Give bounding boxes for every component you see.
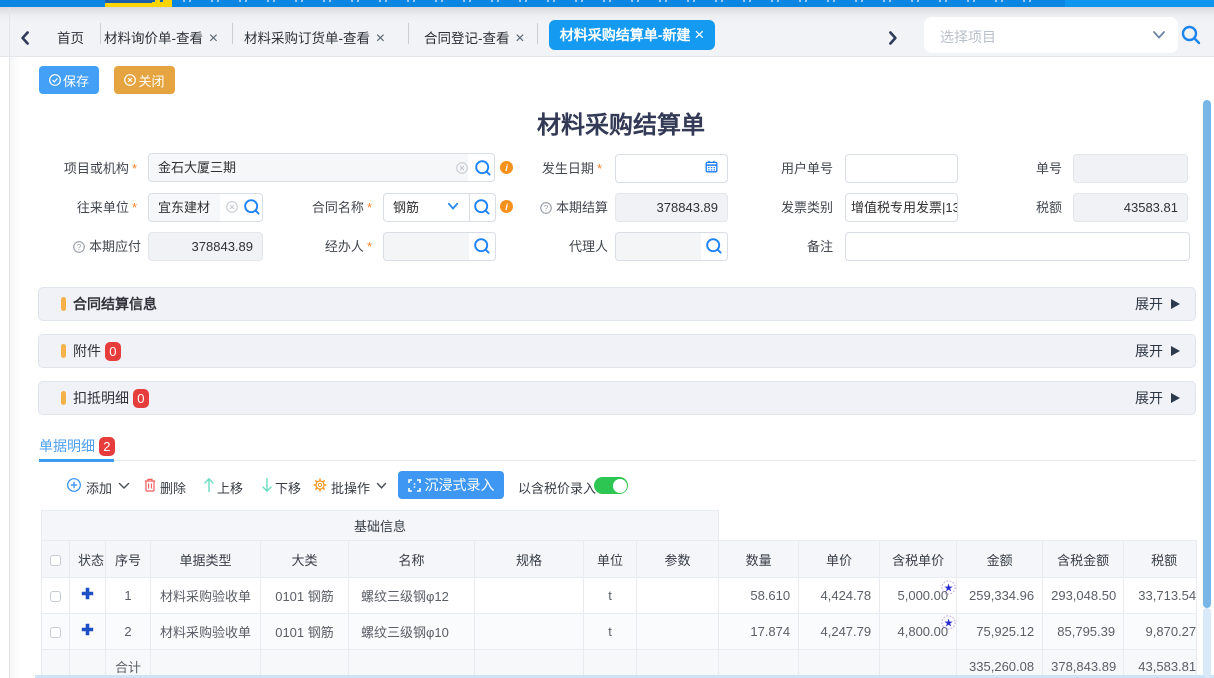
svg-text:?: ? xyxy=(77,243,82,252)
svg-text:★: ★ xyxy=(944,583,954,595)
svg-text:?: ? xyxy=(544,204,549,213)
svg-text:★: ★ xyxy=(944,618,954,630)
